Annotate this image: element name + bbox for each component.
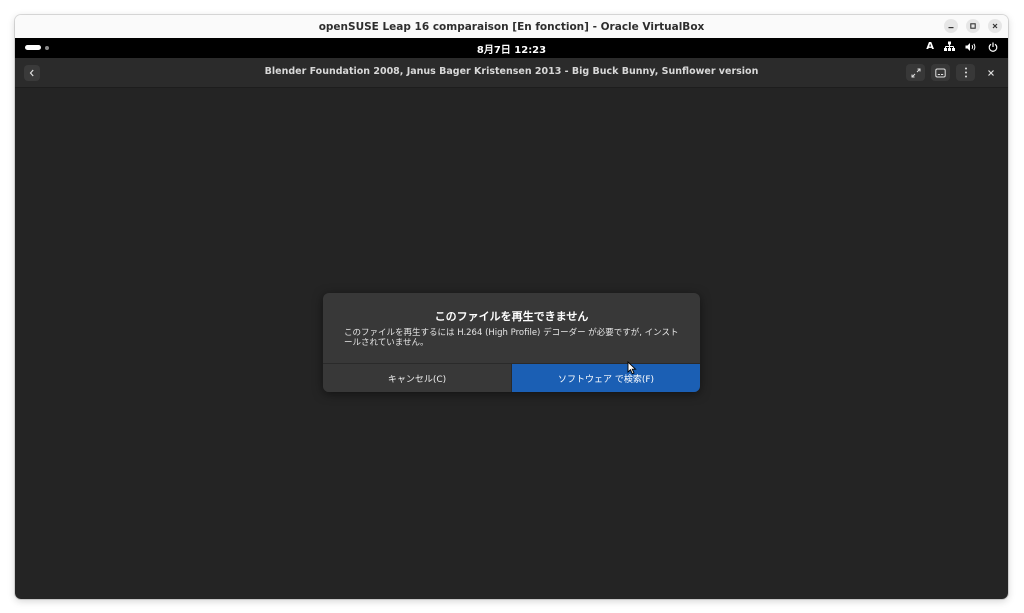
- close-window-button[interactable]: [988, 19, 1002, 33]
- search-software-button[interactable]: ソフトウェア で検索(F): [511, 364, 700, 392]
- video-title: Blender Foundation 2008, Janus Bager Kri…: [264, 66, 759, 77]
- cancel-button[interactable]: キャンセル(C): [323, 364, 511, 392]
- volume-icon: [965, 42, 978, 52]
- gnome-top-bar: 8月7日 12:23 A: [15, 38, 1008, 58]
- input-method-indicator[interactable]: A: [926, 41, 934, 52]
- dialog-button-row: キャンセル(C) ソフトウェア で検索(F): [323, 363, 700, 392]
- subtitles-icon: [935, 68, 946, 77]
- video-player-window: Blender Foundation 2008, Janus Bager Kri…: [15, 58, 1008, 599]
- maximize-icon: [970, 23, 976, 29]
- minimize-button[interactable]: [944, 19, 958, 33]
- menu-icon: [964, 67, 967, 78]
- virtualbox-window: openSUSE Leap 16 comparaison [En fonctio…: [15, 15, 1008, 599]
- player-header-bar[interactable]: Blender Foundation 2008, Janus Bager Kri…: [15, 58, 1008, 88]
- dialog-heading: このファイルを再生できません: [434, 310, 589, 323]
- power-icon: [988, 42, 998, 52]
- mouse-cursor-icon: [627, 361, 637, 375]
- fullscreen-button[interactable]: [906, 64, 925, 81]
- window-title: openSUSE Leap 16 comparaison [En fonctio…: [318, 20, 705, 33]
- close-player-button[interactable]: [981, 64, 1000, 81]
- maximize-button[interactable]: [966, 19, 980, 33]
- subtitles-button[interactable]: [931, 64, 950, 81]
- system-tray[interactable]: A: [926, 41, 998, 52]
- network-icon: [944, 41, 955, 52]
- clock[interactable]: 8月7日 12:23: [15, 41, 1008, 56]
- dialog-message: このファイルを再生するには H.264 (High Profile) デコーダー…: [344, 328, 679, 348]
- minimize-icon: [948, 27, 954, 29]
- playback-error-dialog: このファイルを再生できません このファイルを再生するには H.264 (High…: [323, 293, 700, 392]
- fullscreen-icon: [911, 68, 920, 77]
- menu-button[interactable]: [956, 64, 975, 81]
- header-actions: [906, 64, 1000, 81]
- window-controls: [944, 19, 1002, 33]
- close-icon: [992, 23, 998, 29]
- virtualbox-titlebar[interactable]: openSUSE Leap 16 comparaison [En fonctio…: [15, 15, 1008, 39]
- close-icon: [987, 69, 994, 76]
